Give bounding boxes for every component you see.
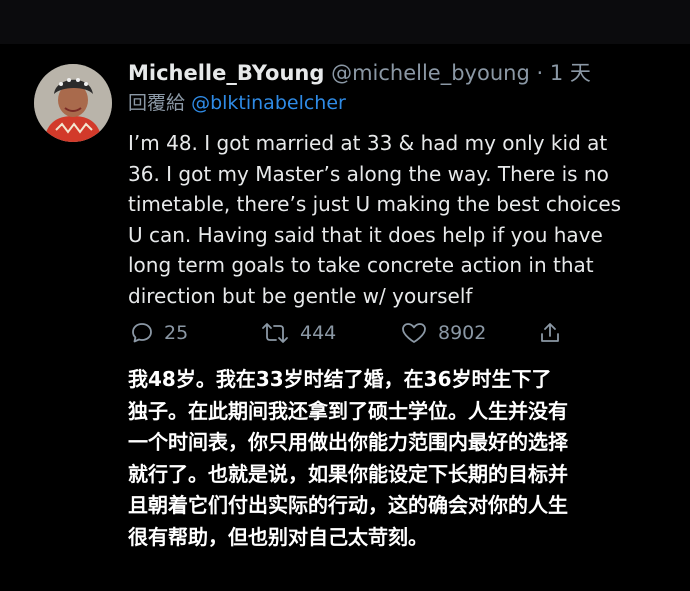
tweet-text-line: direction but be gentle w/ yourself [128,283,473,308]
separator-dot: · [536,61,544,85]
reply-prefix: 回覆給 [128,92,186,114]
tweet-text-line: I’m 48. I got married at 33 & had my onl… [128,131,608,155]
reply-count: 25 [164,322,189,344]
reply-context: 回覆給 @blktinabelcher [128,89,346,117]
reply-mention-link[interactable]: @blktinabelcher [191,92,346,114]
retweet-icon [260,321,290,345]
tweet-text-line: timetable, there’s just U making the bes… [128,192,622,216]
speech-bubble-icon [130,321,154,345]
timestamp[interactable]: 1 天 [550,61,591,85]
translation-line: 我48岁。我在33岁时结了婚，在36岁时生下了 [128,367,552,391]
heart-icon [400,321,428,345]
tweet-text: I’m 48. I got married at 33 & had my onl… [128,128,668,311]
like-button[interactable]: 8902 [400,316,486,350]
retweet-button[interactable]: 444 [260,316,336,350]
like-count: 8902 [438,322,487,344]
retweet-count: 444 [300,322,337,344]
tweet-text-line: long term goals to take concrete action … [128,253,594,277]
tweet-text-line: 36. I got my Master’s along the way. The… [128,161,609,186]
tweet-header: Michelle_BYoung @michelle_byoung · 1 天 [128,58,591,88]
translation-line: 且朝着它们付出实际的行动，这的确会对你的人生 [128,493,568,517]
translation-line: 很有帮助，但也别对自己太苛刻。 [128,524,428,549]
avatar[interactable] [34,64,112,142]
share-button[interactable] [538,316,562,350]
translation-line: 就行了。也就是说，如果你能设定下长期的目标并 [128,461,568,486]
tweet-actions: 25 444 8902 [128,316,578,350]
display-name[interactable]: Michelle_BYoung [128,61,324,85]
tweet-text-line: U can. Having said that it does help if … [128,222,603,247]
share-icon [538,321,562,345]
translation-line: 一个时间表，你只用做出你能力范围内最好的选择 [128,430,568,454]
chinese-translation: 我48岁。我在33岁时结了婚，在36岁时生下了 独子。在此期间我还拿到了硕士学位… [128,364,648,553]
reply-button[interactable]: 25 [130,316,188,350]
top-bar [0,0,690,44]
user-handle[interactable]: @michelle_byoung [331,61,530,85]
avatar-image [34,64,112,142]
translation-line: 独子。在此期间我还拿到了硕士学位。人生并没有 [128,398,568,423]
